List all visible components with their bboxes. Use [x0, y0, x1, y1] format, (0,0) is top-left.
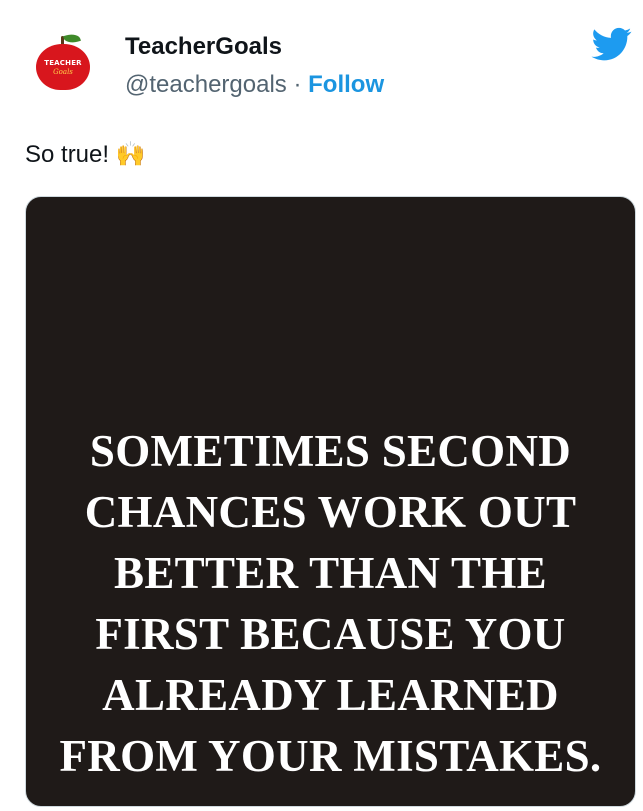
apple-leaf — [63, 32, 81, 45]
apple-body: TEACHER Goals — [36, 44, 90, 90]
handle[interactable]: @teachergoals — [125, 71, 287, 98]
avatar-text-line2: Goals — [53, 67, 73, 76]
quote-line: FIRST BECAUSE YOU — [95, 609, 566, 659]
quote-line: ALREADY LEARNED — [102, 670, 559, 720]
quote-text: SOMETIMES SECOND CHANCES WORK OUT BETTER… — [26, 421, 635, 787]
quote-line: BETTER THAN THE — [114, 548, 547, 598]
avatar-text-line1: TEACHER — [44, 58, 82, 67]
twitter-bird-icon[interactable] — [588, 24, 636, 64]
tweet-text: So true! 🙌 — [25, 141, 146, 168]
handle-row: @teachergoals · Follow — [125, 71, 384, 99]
apple-icon: TEACHER Goals — [36, 32, 90, 90]
tweet-media-image[interactable]: SOMETIMES SECOND CHANCES WORK OUT BETTER… — [25, 196, 636, 807]
separator: · — [293, 71, 302, 98]
quote-line: FROM YOUR MISTAKES. — [59, 731, 602, 781]
tweet-card: TEACHER Goals TeacherGoals @teachergoals… — [0, 0, 643, 811]
avatar[interactable]: TEACHER Goals — [26, 24, 100, 98]
display-name[interactable]: TeacherGoals — [125, 33, 282, 61]
quote-line: CHANCES WORK OUT — [84, 487, 577, 537]
follow-button[interactable]: Follow — [308, 71, 384, 98]
quote-line: SOMETIMES SECOND — [89, 426, 572, 476]
